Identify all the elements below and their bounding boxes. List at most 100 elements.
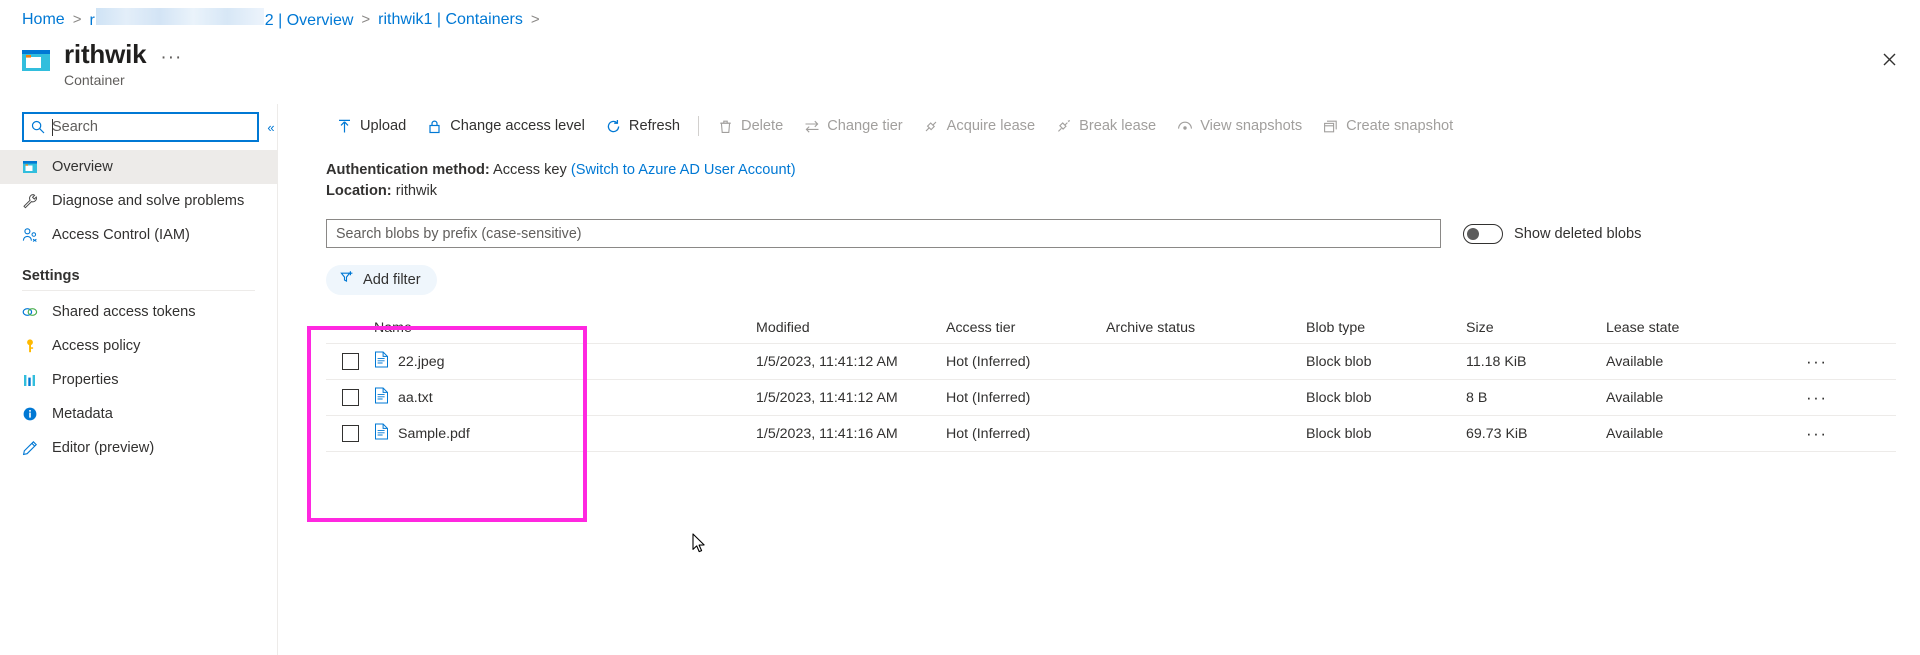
command-label: Create snapshot	[1346, 118, 1454, 134]
toggle-knob	[1467, 227, 1479, 240]
cell-name: Sample.pdf	[374, 423, 756, 444]
breadcrumb-item-containers[interactable]: rithwik1 | Containers	[378, 10, 523, 30]
container-icon	[20, 44, 52, 76]
sidebar-item-access-control[interactable]: Access Control (IAM)	[0, 218, 277, 252]
column-header-lease-state[interactable]: Lease state	[1606, 320, 1806, 336]
more-options-icon[interactable]: ···	[160, 43, 182, 67]
row-more-options-icon[interactable]: ···	[1806, 353, 1827, 370]
row-checkbox-cell	[326, 425, 374, 442]
plug-icon	[923, 118, 940, 135]
plug-break-icon	[1055, 118, 1072, 135]
command-label: Change access level	[450, 118, 585, 134]
command-label: View snapshots	[1200, 118, 1303, 134]
cell-access-tier: Hot (Inferred)	[946, 389, 1031, 406]
resource-header-text: rithwik ··· Container	[64, 38, 182, 88]
command-label: Acquire lease	[946, 118, 1036, 134]
breadcrumb: Home > r 2 | Overview > rithwik1 | Contai…	[22, 8, 540, 31]
table-row[interactable]: 22.jpeg 1/5/2023, 11:41:12 AM Hot (Infer…	[326, 344, 1896, 380]
command-label: Change tier	[827, 118, 903, 134]
sidebar-item-properties[interactable]: Properties	[0, 363, 277, 397]
sidebar-item-metadata[interactable]: Metadata	[0, 397, 277, 431]
sidebar-item-label: Properties	[52, 372, 119, 388]
sidebar-item-label: Access policy	[52, 338, 141, 354]
row-checkbox[interactable]	[342, 425, 359, 442]
file-icon	[374, 351, 389, 372]
blob-search-input[interactable]	[326, 219, 1441, 248]
column-header-blob-type[interactable]: Blob type	[1306, 320, 1466, 336]
cell-lease-state: Available	[1606, 353, 1664, 370]
breadcrumb-separator: >	[72, 10, 82, 28]
breadcrumb-item-storage-account-suffix: 2 | Overview	[264, 12, 354, 29]
column-header-size[interactable]: Size	[1466, 320, 1606, 336]
bars-icon	[22, 371, 44, 389]
sidebar-item-access-policy[interactable]: Access policy	[0, 329, 277, 363]
blob-name[interactable]: 22.jpeg	[398, 354, 445, 370]
collapse-sidebar-icon[interactable]: «	[265, 112, 277, 142]
auth-info: Authentication method: Access key (Switc…	[278, 148, 1920, 202]
sidebar-item-diagnose[interactable]: Diagnose and solve problems	[0, 184, 277, 218]
acquire-lease-button: Acquire lease	[913, 111, 1045, 141]
search-input[interactable]	[52, 119, 257, 135]
cell-blob-type: Block blob	[1306, 353, 1372, 370]
sidebar: « Overview Diagnose and solve problems	[0, 104, 278, 655]
change-access-level-button[interactable]: Change access level	[416, 111, 595, 141]
trash-icon	[717, 118, 734, 135]
sidebar-item-label: Access Control (IAM)	[52, 227, 190, 243]
auth-method-label: Authentication method:	[326, 162, 490, 178]
sidebar-item-overview[interactable]: Overview	[0, 150, 277, 184]
people-icon	[22, 226, 44, 244]
command-label: Upload	[360, 118, 407, 134]
pencil-icon	[22, 439, 44, 457]
row-menu-cell: ···	[1806, 425, 1886, 442]
delete-button: Delete	[707, 111, 793, 141]
table-row[interactable]: Sample.pdf 1/5/2023, 11:41:16 AM Hot (In…	[326, 416, 1896, 452]
upload-button[interactable]: Upload	[326, 111, 416, 141]
search-box[interactable]	[22, 112, 259, 142]
blob-name[interactable]: aa.txt	[398, 390, 433, 406]
show-deleted-blobs-toggle[interactable]	[1463, 223, 1503, 244]
column-header-access-tier[interactable]: Access tier	[946, 320, 1106, 336]
row-checkbox[interactable]	[342, 389, 359, 406]
add-filter-icon	[339, 270, 355, 290]
blob-table: Name Modified Access tier Archive status…	[326, 313, 1896, 452]
column-header-name[interactable]: Name	[374, 320, 756, 336]
breadcrumb-item-storage-account[interactable]: r 2 | Overview	[89, 8, 353, 31]
toggle-label: Show deleted blobs	[1514, 225, 1642, 242]
text-caret	[52, 119, 53, 136]
breadcrumb-item-storage-account-prefix: r	[89, 12, 95, 29]
sidebar-item-label: Diagnose and solve problems	[52, 193, 245, 209]
break-lease-button: Break lease	[1045, 111, 1166, 141]
switch-auth-link[interactable]: (Switch to Azure AD User Account)	[571, 162, 796, 178]
change-tier-button: Change tier	[793, 111, 912, 141]
add-filter-button[interactable]: Add filter	[326, 265, 437, 295]
main-content: Upload Change access level Refresh Delet…	[278, 104, 1920, 655]
breadcrumb-separator: >	[361, 10, 371, 28]
table-row[interactable]: aa.txt 1/5/2023, 11:41:12 AM Hot (Inferr…	[326, 380, 1896, 416]
refresh-button[interactable]: Refresh	[595, 111, 690, 141]
sidebar-item-editor-preview[interactable]: Editor (preview)	[0, 431, 277, 465]
file-icon	[374, 423, 389, 444]
breadcrumb-item-home[interactable]: Home	[22, 10, 65, 30]
row-checkbox-cell	[326, 389, 374, 406]
view-snapshots-button: View snapshots	[1166, 111, 1312, 141]
row-more-options-icon[interactable]: ···	[1806, 389, 1827, 406]
location-value: rithwik	[395, 183, 438, 199]
cell-size: 11.18 KiB	[1466, 353, 1527, 370]
sidebar-item-shared-access-tokens[interactable]: Shared access tokens	[0, 295, 277, 329]
command-label: Refresh	[628, 118, 681, 134]
cell-lease-state: Available	[1606, 389, 1664, 406]
column-header-archive-status[interactable]: Archive status	[1106, 320, 1306, 336]
blob-name[interactable]: Sample.pdf	[398, 426, 470, 442]
sidebar-item-label: Shared access tokens	[52, 304, 196, 320]
file-icon	[374, 387, 389, 408]
row-more-options-icon[interactable]: ···	[1806, 425, 1827, 442]
show-deleted-blobs-toggle-wrap: Show deleted blobs	[1463, 223, 1642, 244]
sidebar-group-settings: Settings	[22, 268, 80, 284]
column-header-modified[interactable]: Modified	[756, 320, 946, 336]
cell-name: 22.jpeg	[374, 351, 756, 372]
resource-header: rithwik ··· Container	[20, 38, 182, 88]
row-checkbox[interactable]	[342, 353, 359, 370]
close-icon[interactable]	[1874, 44, 1904, 74]
swap-icon	[803, 118, 820, 135]
cell-modified: 1/5/2023, 11:41:16 AM	[756, 425, 898, 442]
